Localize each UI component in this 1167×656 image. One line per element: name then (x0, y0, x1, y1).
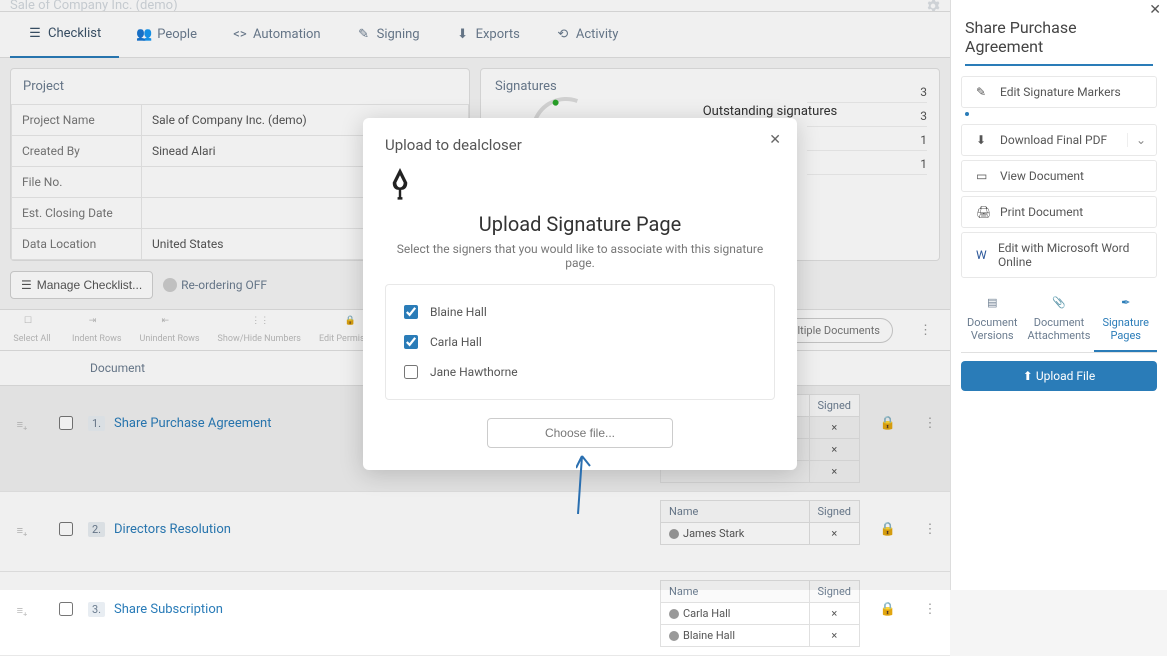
chevron-down-icon[interactable]: ⌄ (1127, 133, 1146, 147)
print-icon: 🖨 (976, 205, 990, 219)
modal-sub: Select the signers that you would like t… (385, 242, 775, 270)
print-document-button[interactable]: 🖨Print Document (961, 196, 1157, 228)
tab-signature-pages[interactable]: ✒Signature Pages (1094, 292, 1157, 352)
tab-document-attachments[interactable]: 📎Document Attachments (1024, 292, 1095, 352)
signer-checkbox[interactable] (404, 335, 418, 349)
signer-option[interactable]: Carla Hall (404, 327, 756, 357)
document-link[interactable]: Share Subscription (114, 602, 223, 617)
person-icon (669, 631, 679, 641)
modal-title: Upload to dealcloser (385, 136, 775, 154)
row-checkbox[interactable] (59, 602, 73, 616)
upload-modal: ✕ Upload to dealcloser Upload Signature … (363, 118, 797, 470)
marker-icon: ✎ (976, 85, 990, 99)
word-icon: W (976, 248, 988, 262)
signer-option[interactable]: Jane Hawthorne (404, 357, 756, 387)
view-document-button[interactable]: ▭View Document (961, 160, 1157, 192)
edit-signature-markers-button[interactable]: ✎Edit Signature Markers (961, 76, 1157, 108)
edit-word-online-button[interactable]: WEdit with Microsoft Word Online (961, 232, 1157, 278)
panel-close-icon[interactable]: ✕ (1149, 2, 1161, 18)
indicator-dot (965, 112, 969, 116)
signer-checkbox[interactable] (404, 365, 418, 379)
document-icon: ▭ (976, 169, 990, 183)
signer-checkbox[interactable] (404, 305, 418, 319)
panel-title: Share Purchase Agreement (951, 0, 1167, 64)
modal-heading: Upload Signature Page (385, 212, 775, 236)
right-panel: ✕ Share Purchase Agreement ✎Edit Signatu… (950, 0, 1167, 590)
upload-icon: ⬆ (1023, 369, 1033, 383)
pen-icon (385, 168, 775, 202)
signature-icon: ✒ (1118, 296, 1134, 312)
download-icon: ⬇ (976, 133, 990, 147)
choose-file-button[interactable]: Choose file... (487, 418, 673, 448)
download-final-pdf-button[interactable]: ⬇Download Final PDF⌄ (961, 124, 1157, 156)
signer-option[interactable]: Blaine Hall (404, 297, 756, 327)
person-icon (669, 609, 679, 619)
close-icon[interactable]: ✕ (769, 132, 781, 148)
tab-document-versions[interactable]: ▤Document Versions (961, 292, 1024, 352)
versions-icon: ▤ (984, 296, 1000, 312)
upload-file-button[interactable]: ⬆ Upload File (961, 361, 1157, 391)
attachment-icon: 📎 (1051, 296, 1067, 312)
